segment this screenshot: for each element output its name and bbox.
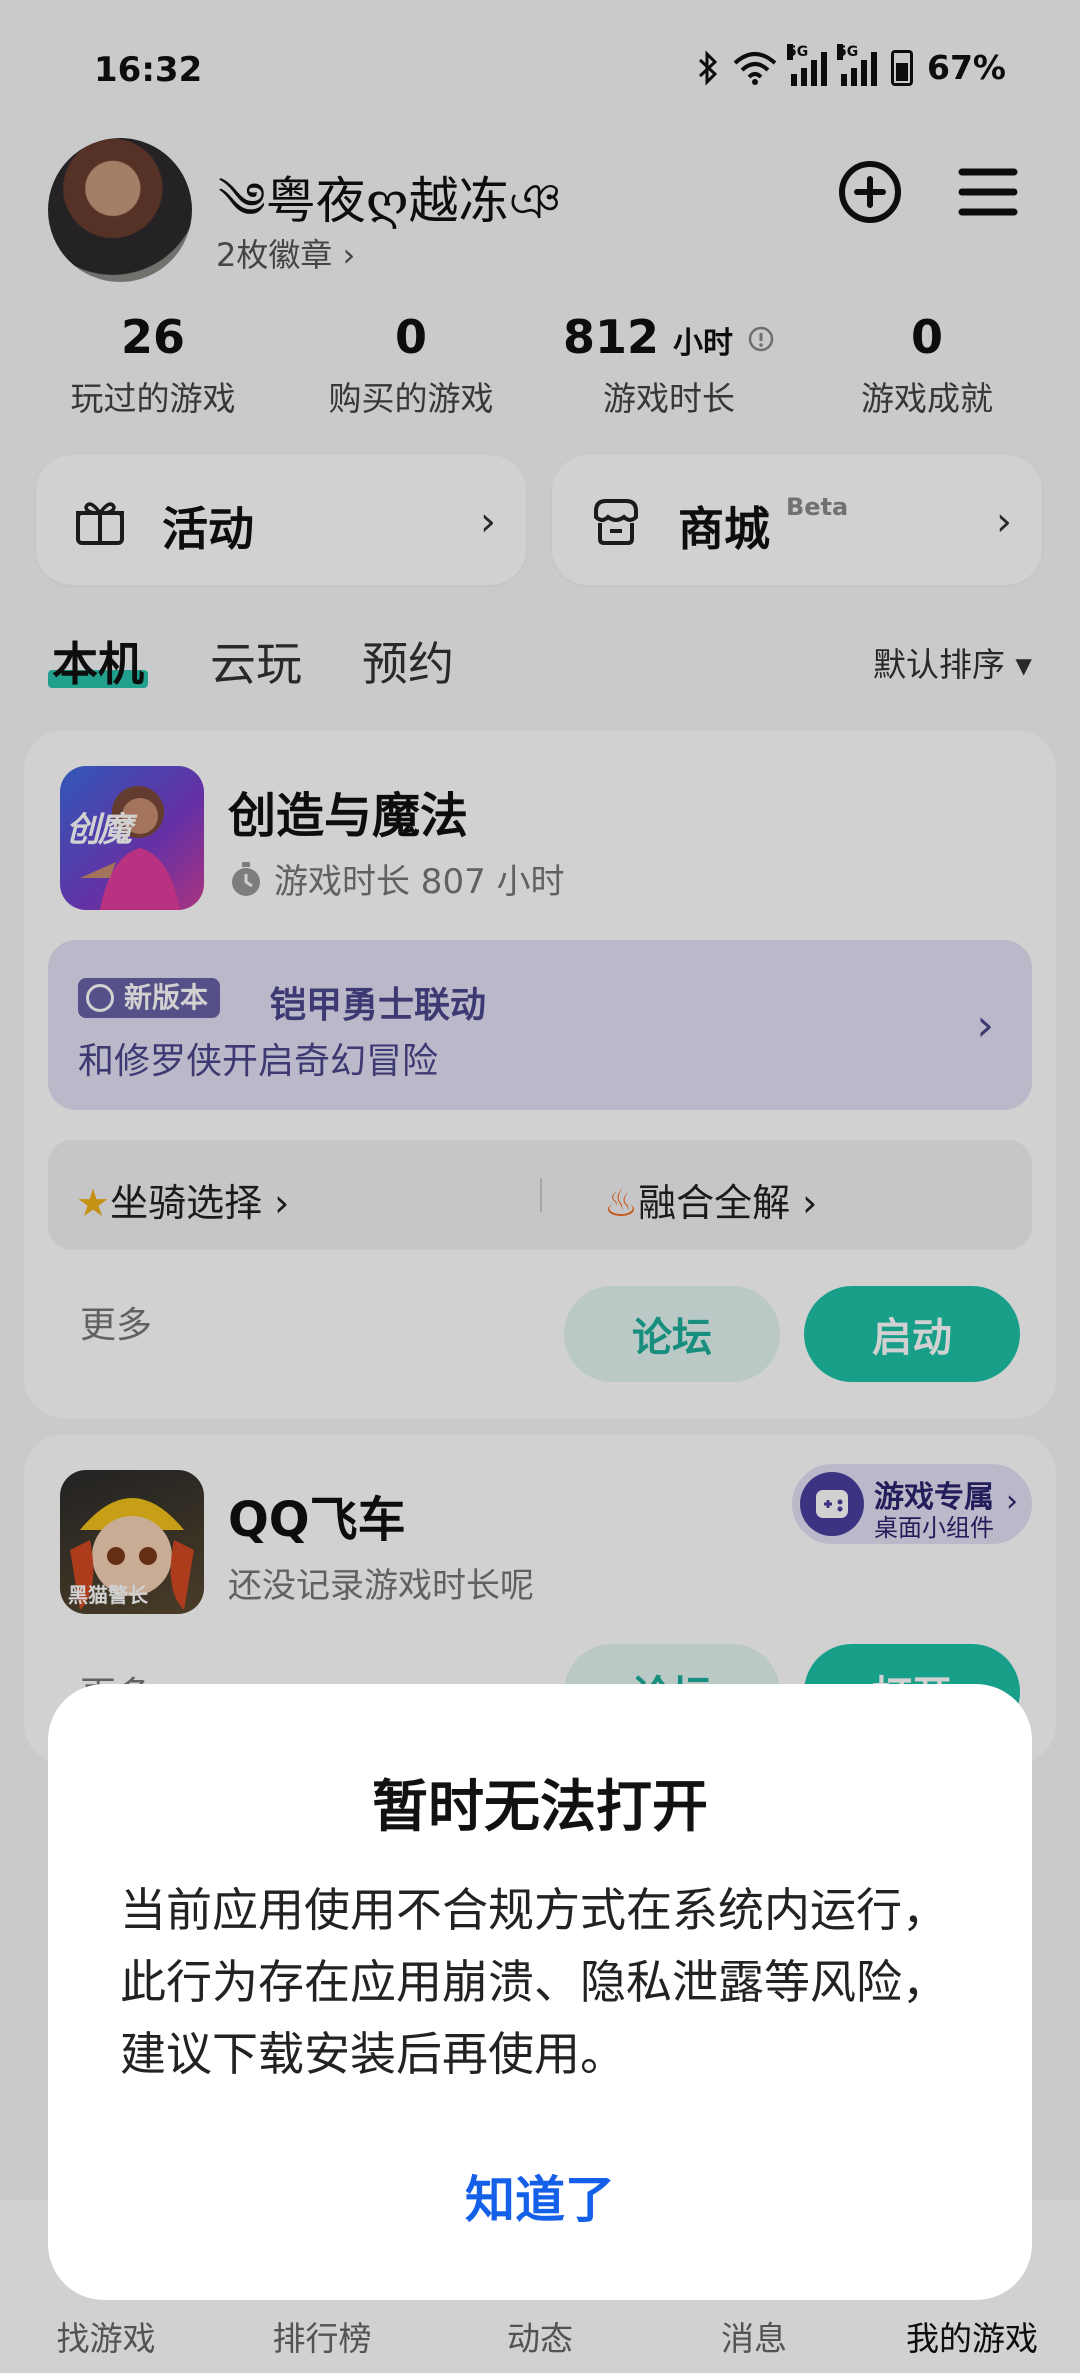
dialog-message: 当前应用使用不合规方式在系统内运行，此行为存在应用崩溃、隐私泄露等风险，建议下载… [120,1883,948,2081]
alert-dialog: 暂时无法打开 当前应用使用不合规方式在系统内运行，此行为存在应用崩溃、隐私泄露等… [48,1684,1032,2300]
dialog-title: 暂时无法打开 [372,1775,708,1840]
acknowledge-button[interactable]: 知道了 [390,2152,690,2248]
